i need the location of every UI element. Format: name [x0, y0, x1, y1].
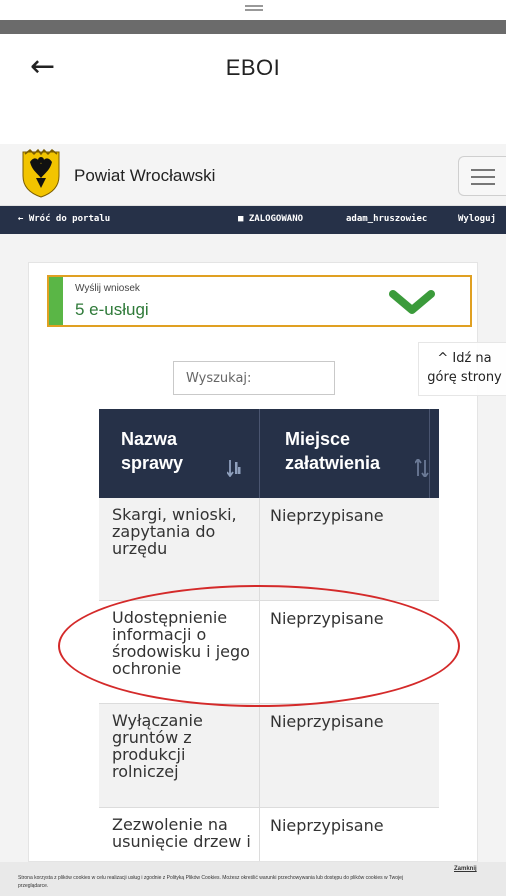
row-divider — [259, 498, 260, 600]
table-row[interactable]: Skargi, wnioski, zapytania do urzędu Nie… — [99, 498, 439, 601]
back-to-portal-link[interactable]: ← Wróć do portalu — [18, 214, 110, 224]
row-divider — [259, 704, 260, 807]
case-place: Nieprzypisane — [270, 816, 384, 835]
menu-line-icon — [471, 169, 495, 171]
coat-of-arms-icon[interactable] — [20, 148, 62, 198]
table-row[interactable]: Wyłączanie gruntów z produkcji rolniczej… — [99, 704, 439, 808]
status-strip — [0, 20, 506, 34]
site-name[interactable]: Powiat Wrocławski — [74, 166, 215, 186]
main-content: Wyślij wniosek 5 e-usługi Nazwa sprawy M… — [0, 234, 506, 862]
logged-in-status: ■ ZALOGOWANO — [238, 214, 303, 224]
service-count: 5 e-usługi — [75, 300, 149, 319]
case-place: Nieprzypisane — [270, 712, 384, 731]
table-header: Nazwa sprawy Miejsce załatwienia — [99, 409, 439, 498]
menu-line-icon — [471, 176, 495, 178]
header-divider — [259, 409, 260, 498]
logout-link[interactable]: Wyloguj — [458, 214, 496, 224]
cookie-close-link[interactable]: Zamknij — [454, 866, 477, 872]
go-to-top-button[interactable]: ^ Idź na górę strony — [418, 342, 506, 396]
table-row[interactable]: Udostępnienie informacji o środowisku i … — [99, 601, 439, 704]
menu-button[interactable] — [458, 156, 506, 196]
menu-line-icon — [471, 183, 495, 185]
services-card: Wyślij wniosek 5 e-usługi Nazwa sprawy M… — [28, 262, 478, 862]
chevron-up-icon: ^ — [437, 351, 453, 366]
column-header-place[interactable]: Miejsce załatwienia — [285, 427, 413, 475]
column-header-name[interactable]: Nazwa sprawy — [121, 427, 221, 475]
case-name: Skargi, wnioski, zapytania do urzędu — [112, 505, 237, 558]
chevron-down-icon[interactable] — [389, 289, 435, 315]
site-header: Powiat Wrocławski — [0, 144, 506, 206]
row-divider — [259, 808, 260, 861]
header-divider — [429, 409, 430, 498]
service-accent-bar — [49, 277, 63, 325]
case-name: Zezwolenie na usunięcie drzew i — [112, 815, 251, 851]
logged-in-label: ZALOGOWANO — [248, 214, 304, 224]
cookie-text: Strona korzysta z plików cookies w celu … — [18, 875, 404, 889]
service-label: Wyślij wniosek — [75, 283, 140, 294]
case-name: Wyłączanie gruntów z produkcji rolniczej — [112, 711, 203, 781]
row-divider — [259, 601, 260, 703]
case-place: Nieprzypisane — [270, 506, 384, 525]
table-row[interactable]: Zezwolenie na usunięcie drzew i Nieprzyp… — [99, 808, 439, 861]
case-place: Nieprzypisane — [270, 609, 384, 628]
cookie-banner: Strona korzysta z plików cookies w celu … — [0, 862, 506, 896]
go-to-top-line1: ^ Idź na — [423, 349, 506, 368]
case-name: Udostępnienie informacji o środowisku i … — [112, 608, 250, 678]
drag-handle[interactable] — [245, 5, 263, 7]
send-application-panel[interactable]: Wyślij wniosek 5 e-usługi — [47, 275, 472, 327]
sort-icon[interactable] — [227, 459, 241, 477]
go-to-top-label-2: górę strony — [427, 370, 502, 385]
username-link[interactable]: adam_hruszowiec — [346, 214, 427, 224]
sort-icon[interactable] — [415, 459, 429, 477]
portal-bar: ← Wróć do portalu ■ ZALOGOWANO adam_hrus… — [0, 206, 506, 234]
app-title: EBOI — [225, 55, 281, 80]
user-icon: ■ — [238, 214, 249, 224]
search-input[interactable] — [173, 361, 335, 395]
go-to-top-label-1: Idź na — [452, 351, 492, 366]
app-bar — [0, 34, 506, 144]
